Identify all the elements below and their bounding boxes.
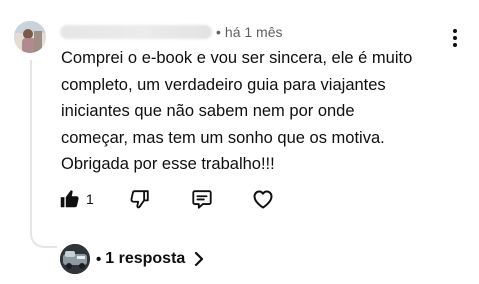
more-vertical-icon [453,29,457,33]
comment-line: começar, mas tem um sonho que os motiva. [61,128,385,147]
comment-line: iniciantes que não sabem nem por onde [61,102,355,120]
author-avatar-image [14,21,46,53]
replies-count-label: 1 resposta [105,250,186,267]
more-vertical-icon-dot [453,36,457,40]
thread-connector-line [30,60,57,248]
header-separator: • [216,24,221,40]
replier-avatar-image [60,244,90,274]
view-replies-button[interactable]: • 1 resposta [60,244,205,274]
reply-button[interactable] [191,186,213,212]
like-button[interactable]: 1 [58,186,94,212]
thumbs-down-icon [130,190,149,209]
comment-timestamp[interactable]: há 1 mês [225,24,283,40]
replies-separator: • [96,250,102,268]
chevron-right-icon [193,251,205,267]
comment-line: completo, um verdadeiro guia para viajan… [61,75,386,94]
comment-icon [192,190,212,209]
like-count: 1 [86,191,94,207]
author-avatar[interactable] [14,21,46,53]
comment-text: Comprei o e-book e vou ser sincera, ele … [61,45,456,178]
replier-avatar [60,244,90,274]
comment-header: • há 1 mês [60,23,283,41]
author-name-redacted[interactable] [60,25,212,39]
heart-icon [253,190,273,209]
comment-line: Obrigada por esse trabalho!!! [61,155,275,173]
heart-button[interactable] [251,186,275,212]
dislike-button[interactable] [129,186,151,212]
thumbs-up-filled-icon [60,190,79,208]
comment-line: Comprei o e-book e vou ser sincera, ele … [61,49,413,67]
